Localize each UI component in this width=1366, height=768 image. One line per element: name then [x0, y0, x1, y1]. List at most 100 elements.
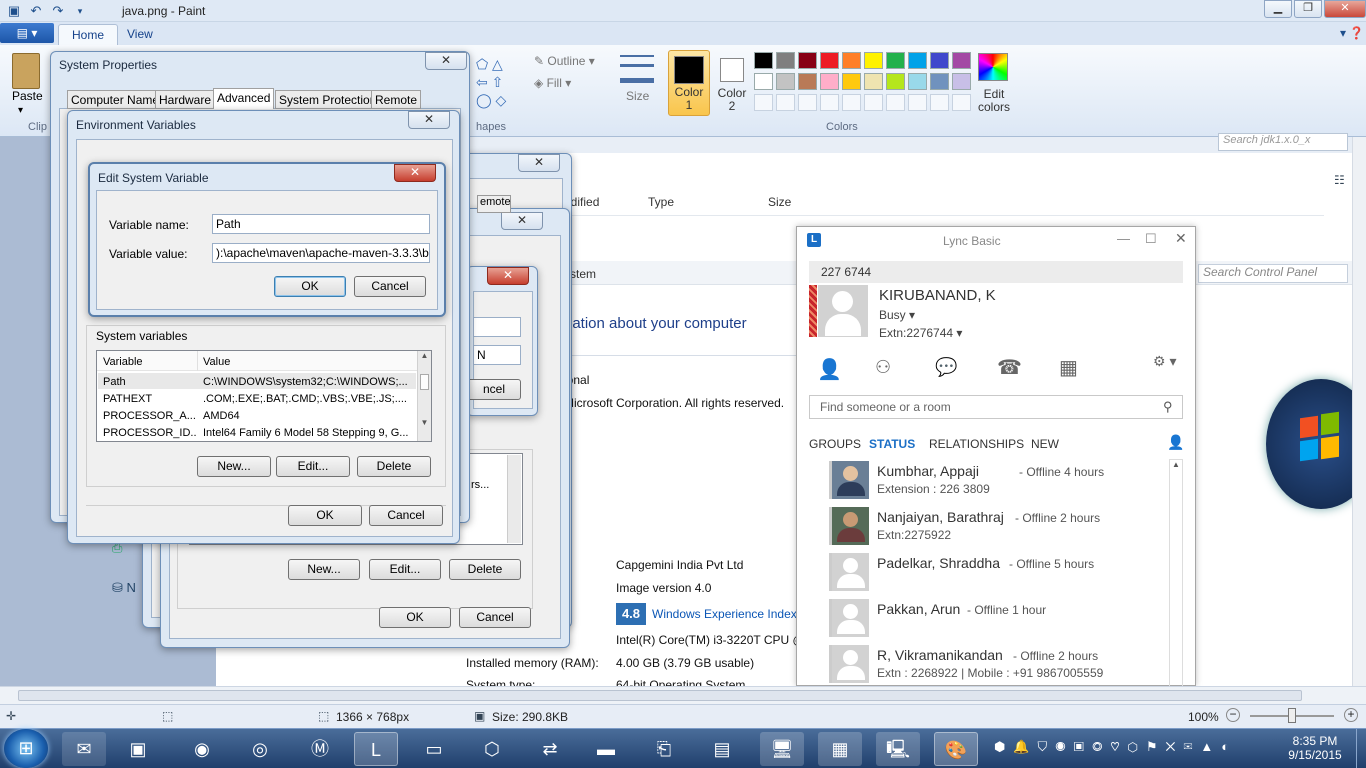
- palette-swatch[interactable]: [820, 73, 839, 90]
- back-delete-button[interactable]: Delete: [449, 559, 521, 580]
- edit-colors-icon[interactable]: [978, 53, 1008, 81]
- personal-note[interactable]: 227 6744: [809, 261, 1183, 283]
- color2-selector[interactable]: Color 2: [714, 50, 750, 116]
- system-properties-close[interactable]: ✕: [425, 52, 467, 70]
- back-ok-button[interactable]: OK: [379, 607, 451, 628]
- edit-variable-close[interactable]: ✕: [394, 164, 436, 182]
- self-avatar[interactable]: [818, 285, 868, 337]
- zoom-out-button[interactable]: −: [1226, 708, 1240, 722]
- palette-empty-swatch[interactable]: [886, 94, 905, 111]
- variable-name-input[interactable]: Path: [212, 214, 430, 234]
- back-input-2[interactable]: N: [473, 345, 521, 365]
- palette-empty-swatch[interactable]: [864, 94, 883, 111]
- location-dropdown[interactable]: Extn:2276744 ▾: [879, 326, 962, 340]
- virtualbox-icon[interactable]: ▣: [116, 732, 160, 766]
- back-input-1[interactable]: [473, 317, 521, 337]
- tab-relationships[interactable]: RELATIONSHIPS: [929, 437, 1024, 451]
- explorer-icon[interactable]: ▤: [700, 732, 744, 766]
- tab-computer-name[interactable]: Computer Name: [67, 90, 164, 109]
- back-new-button[interactable]: New...: [288, 559, 360, 580]
- env-ok-button[interactable]: OK: [288, 505, 362, 526]
- palette-empty-swatch[interactable]: [776, 94, 795, 111]
- search-control-panel[interactable]: Search Control Panel: [1198, 264, 1348, 283]
- dialpad-icon[interactable]: ▦: [1059, 355, 1078, 380]
- palette-swatch[interactable]: [842, 52, 861, 69]
- remote-tab[interactable]: emote: [477, 195, 511, 213]
- cmd-icon[interactable]: ▬: [584, 732, 628, 766]
- clock[interactable]: 8:35 PM 9/15/2015: [1280, 734, 1350, 762]
- palette-swatch[interactable]: [908, 52, 927, 69]
- tab-status[interactable]: STATUS: [869, 437, 915, 451]
- tab-view[interactable]: View: [114, 24, 166, 45]
- palette-empty-swatch[interactable]: [908, 94, 927, 111]
- palette-swatch[interactable]: [930, 73, 949, 90]
- contacts-icon[interactable]: 👤: [817, 357, 842, 382]
- back-dialog-3-close[interactable]: ✕: [487, 267, 529, 285]
- find-contact-input[interactable]: Find someone or a room: [809, 395, 1183, 419]
- save-icon[interactable]: ▣: [6, 3, 22, 19]
- contact-list-scrollbar[interactable]: ▲: [1169, 459, 1183, 687]
- palette-swatch[interactable]: [798, 52, 817, 69]
- office-icon[interactable]: ⎗: [642, 732, 686, 766]
- delete-variable-button[interactable]: Delete: [357, 456, 431, 477]
- minimize-button[interactable]: ▁: [1264, 0, 1292, 18]
- tab-remote[interactable]: Remote: [371, 90, 422, 109]
- palette-swatch[interactable]: [820, 52, 839, 69]
- cube-app-icon[interactable]: ⬡: [470, 732, 514, 766]
- zoom-in-button[interactable]: +: [1344, 708, 1358, 722]
- contact-name[interactable]: Padelkar, Shraddha: [877, 555, 1000, 571]
- contact-photo[interactable]: [829, 645, 869, 683]
- table-row-val[interactable]: .COM;.EXE;.BAT;.CMD;.VBS;.VBE;.JS;....: [203, 393, 413, 405]
- back-dialog-2-close[interactable]: ✕: [501, 212, 543, 230]
- palette-swatch[interactable]: [886, 73, 905, 90]
- palette-swatch[interactable]: [776, 52, 795, 69]
- back-edit-button[interactable]: Edit...: [369, 559, 441, 580]
- contact-photo[interactable]: [829, 599, 869, 637]
- palette-swatch[interactable]: [776, 73, 795, 90]
- palette-empty-swatch[interactable]: [952, 94, 971, 111]
- lync-minimize-icon[interactable]: —: [1117, 231, 1130, 246]
- outline-dropdown[interactable]: ✎ Outline ▾: [534, 54, 595, 68]
- lync-taskbar-icon[interactable]: L: [354, 732, 398, 766]
- tab-home[interactable]: Home: [58, 24, 119, 45]
- palette-empty-swatch[interactable]: [930, 94, 949, 111]
- palette-swatch[interactable]: [864, 52, 883, 69]
- column-type[interactable]: Type: [648, 195, 674, 209]
- contact-photo[interactable]: [829, 553, 869, 591]
- lync-maximize-icon[interactable]: ☐: [1145, 231, 1157, 247]
- system-tray[interactable]: ⬢🔔⛉◉▣◎♡⬡⚑✕✉▲◐: [994, 739, 1237, 755]
- show-desktop-button[interactable]: [1356, 729, 1366, 768]
- table-row-val[interactable]: AMD64: [203, 410, 413, 422]
- column-size[interactable]: Size: [768, 195, 791, 209]
- palette-swatch[interactable]: [798, 73, 817, 90]
- customize-qat-icon[interactable]: ▾: [72, 3, 88, 19]
- remote-desktop-icon[interactable]: 🖥: [760, 732, 804, 766]
- paint-taskbar-icon[interactable]: 🎨: [934, 732, 978, 766]
- system-variables-list[interactable]: Variable Value Path C:\WINDOWS\system32;…: [96, 350, 432, 442]
- system-window-taskbar-icon[interactable]: 🖳: [876, 732, 920, 766]
- firefox-icon[interactable]: ◉: [180, 732, 224, 766]
- contact-name[interactable]: Pakkan, Arun: [877, 601, 960, 617]
- windows-experience-link[interactable]: Windows Experience Index: [652, 607, 797, 621]
- paint-menu-button[interactable]: ▤ ▾: [0, 23, 54, 43]
- table-row-val[interactable]: C:\WINDOWS\system32;C:\WINDOWS;...: [203, 376, 413, 388]
- column-value[interactable]: Value: [203, 356, 230, 368]
- table-row-var[interactable]: PATHEXT: [103, 393, 152, 405]
- palette-swatch[interactable]: [930, 52, 949, 69]
- options-gear-icon[interactable]: ⚙ ▾: [1153, 353, 1176, 370]
- table-row-val[interactable]: Intel64 Family 6 Model 58 Stepping 9, G.…: [203, 427, 413, 439]
- maximize-button[interactable]: ❐: [1294, 0, 1322, 18]
- explorer-search-box[interactable]: Search jdk1.x.0_x: [1218, 133, 1348, 151]
- maxthon-icon[interactable]: Ⓜ: [298, 732, 342, 766]
- tab-new[interactable]: NEW: [1031, 437, 1059, 451]
- size-icon[interactable]: [620, 55, 654, 83]
- contact-name[interactable]: Nanjaiyan, Barathraj: [877, 509, 1004, 525]
- back-list-scrollbar[interactable]: [507, 455, 521, 543]
- outlook-icon[interactable]: ✉: [62, 732, 106, 766]
- chrome-icon[interactable]: ◎: [238, 732, 282, 766]
- edit-variable-button[interactable]: Edit...: [276, 456, 350, 477]
- column-variable[interactable]: Variable: [103, 356, 143, 368]
- table-row-var[interactable]: Path: [103, 376, 126, 388]
- back-cancel-small[interactable]: ncel: [467, 379, 521, 400]
- sticky-notes-icon[interactable]: ▭: [412, 732, 456, 766]
